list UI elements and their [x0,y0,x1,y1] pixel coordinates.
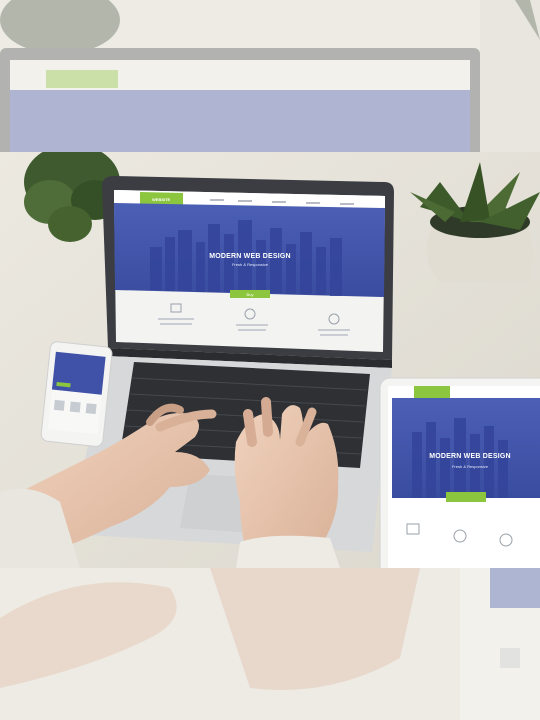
tablet-hero-button[interactable] [446,492,486,502]
tablet-hero-title: MODERN WEB DESIGN [429,453,511,460]
main-photo: WEBSITE MODERN WEB DESIGN Fresh & Respon… [0,152,540,568]
smartphone [40,341,113,447]
faded-bottom-band [0,568,540,720]
laptop-screen: WEBSITE MODERN WEB DESIGN Fresh & Respon… [114,190,385,352]
hero-subtitle: Fresh & Responsive [232,262,269,267]
faded-top-band [0,0,540,152]
hero-title: MODERN WEB DESIGN [209,253,291,260]
tablet-hero-subtitle: Fresh & Responsive [452,464,489,469]
site-logo-label: WEBSITE [152,197,171,202]
hero-button-label: Buy [247,292,254,297]
photo-scene: WEBSITE MODERN WEB DESIGN Fresh & Respon… [0,0,540,720]
tablet: MODERN WEB DESIGN Fresh & Responsive [379,377,540,568]
